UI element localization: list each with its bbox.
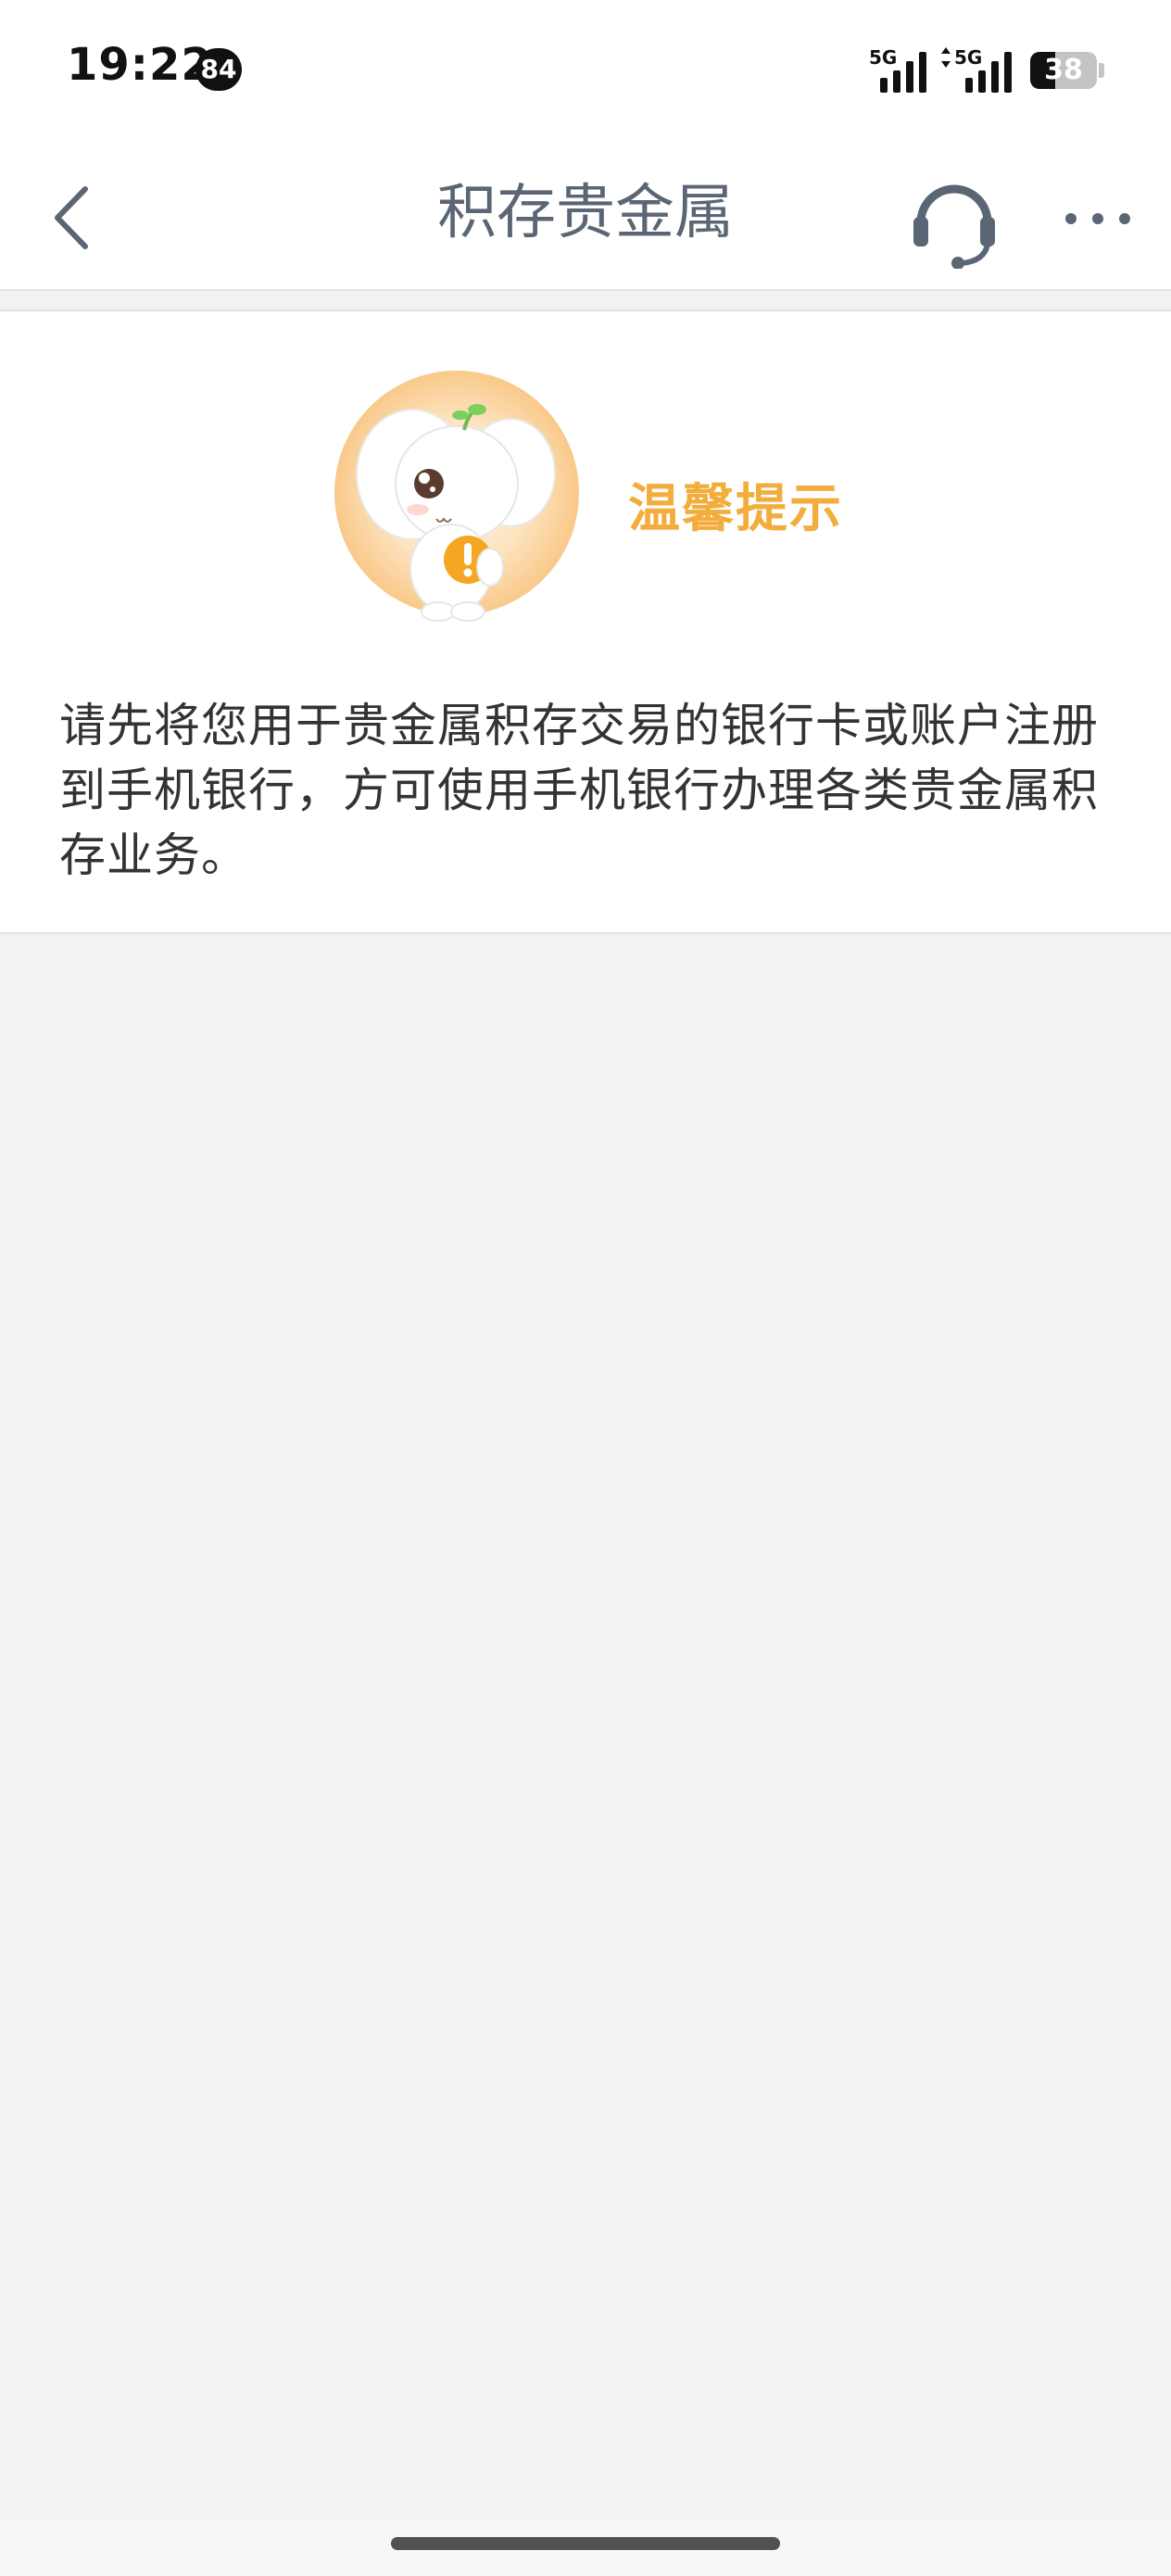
battery-tip xyxy=(1099,63,1104,78)
more-button[interactable] xyxy=(1056,185,1140,250)
data-transfer-icon xyxy=(941,47,951,68)
elephant-mascot-warning-icon xyxy=(329,363,588,632)
battery-icon: 38 xyxy=(1030,52,1097,89)
network-type-label: 5G xyxy=(954,46,983,69)
battery-level: 38 xyxy=(1044,54,1083,86)
notification-count-badge: 84 xyxy=(195,48,242,91)
network-type-label: 5G xyxy=(869,46,898,69)
home-indicator[interactable] xyxy=(391,2537,780,2550)
more-dots-icon xyxy=(1065,213,1130,224)
headset-icon xyxy=(913,184,995,270)
back-button[interactable] xyxy=(37,176,111,259)
signal-strength-2-icon: 5G xyxy=(939,46,1014,93)
notice-title: 温馨提示 xyxy=(628,479,843,539)
signal-strength-1-icon: 5G xyxy=(869,46,930,93)
status-bar: 19:22 84 5G 5G 38 xyxy=(0,0,1171,148)
notice-card: 温馨提示 请先将您用于贵金属积存交易的银行卡或账户注册到手机银行，方可使用手机银… xyxy=(0,309,1171,934)
nav-bar: 积存贵金属 xyxy=(0,148,1171,291)
status-time: 19:22 xyxy=(67,39,213,91)
customer-service-button[interactable] xyxy=(908,169,1001,270)
notice-message: 请先将您用于贵金属积存交易的银行卡或账户注册到手机银行，方可使用手机银行办理各类… xyxy=(59,699,1099,882)
chevron-left-icon xyxy=(55,186,88,249)
